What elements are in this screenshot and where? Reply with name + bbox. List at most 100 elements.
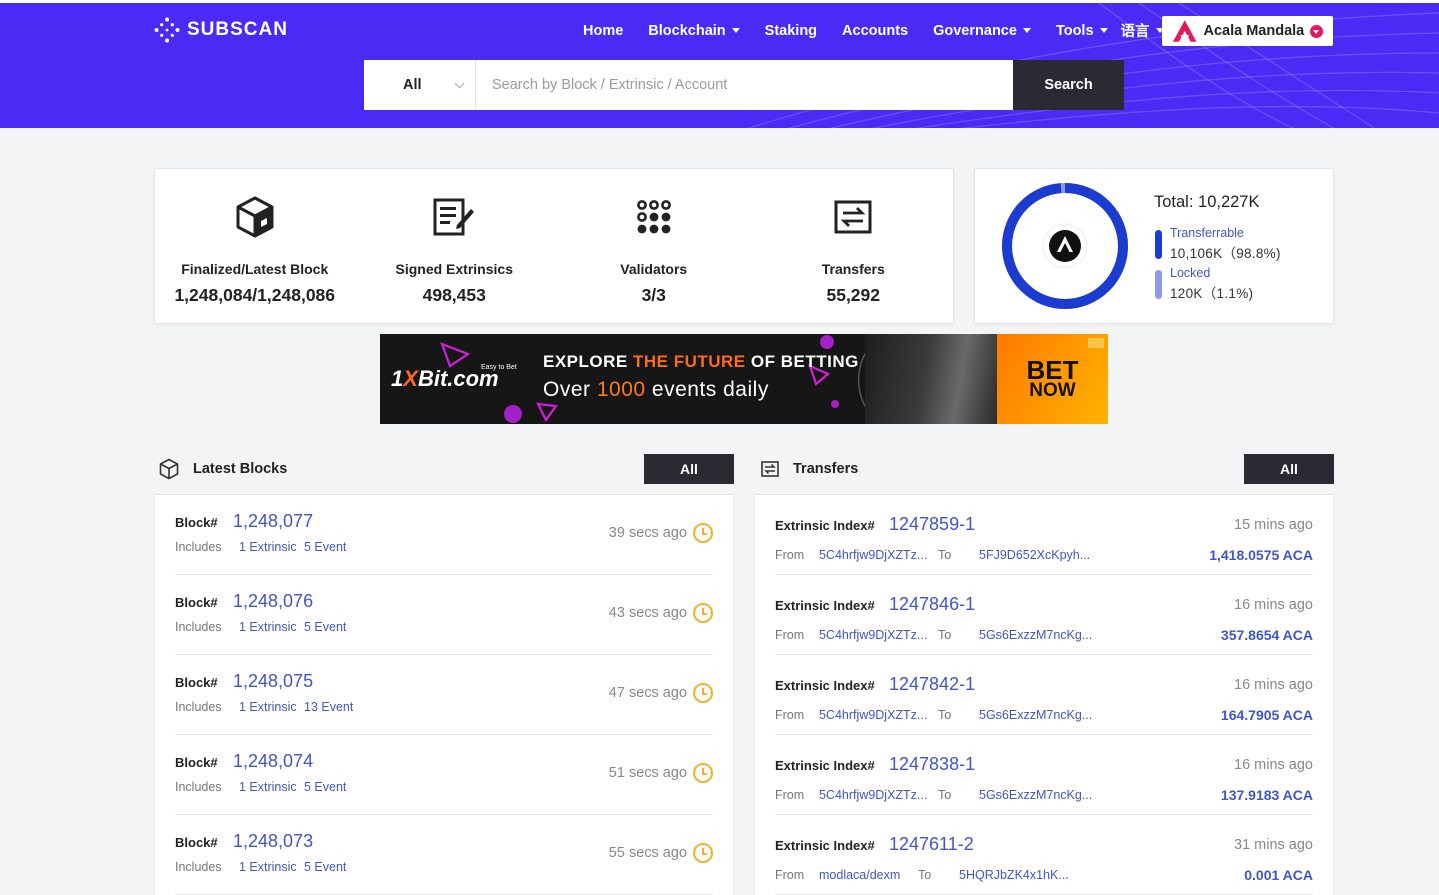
extrinsic-index-label: Extrinsic Index# bbox=[775, 678, 875, 693]
extrinsic-index-label: Extrinsic Index# bbox=[775, 758, 875, 773]
search-button[interactable]: Search bbox=[1013, 60, 1124, 110]
transfer-time: 16 mins ago bbox=[1234, 757, 1313, 773]
clock-icon bbox=[693, 523, 713, 543]
from-address-link[interactable]: 5C4hrfjw9DjXZTz... bbox=[819, 628, 927, 642]
extrinsic-count-link[interactable]: 1 Extrinsic bbox=[239, 700, 297, 714]
stat-label: Signed Extrinsics bbox=[395, 261, 513, 277]
extrinsic-index-label: Extrinsic Index# bbox=[775, 518, 875, 533]
event-count-link[interactable]: 5 Event bbox=[304, 620, 346, 634]
clock-icon bbox=[693, 843, 713, 863]
to-address-link[interactable]: 5Gs6ExzzM7ncKg... bbox=[979, 788, 1092, 802]
nav-accounts-label: Accounts bbox=[842, 22, 909, 39]
nav-home[interactable]: Home bbox=[583, 23, 623, 39]
chevron-down-icon bbox=[454, 78, 465, 88]
event-count-link[interactable]: 5 Event bbox=[304, 780, 346, 794]
network-selector[interactable]: Acala Mandala bbox=[1162, 16, 1333, 46]
from-label: From bbox=[775, 628, 805, 642]
block-number-link[interactable]: 1,248,076 bbox=[233, 591, 313, 612]
block-row: Block# 1,248,075 Includes 1 Extrinsic 13 Eve… bbox=[175, 655, 713, 735]
extrinsic-index-link[interactable]: 1247842-1 bbox=[889, 674, 975, 695]
extrinsic-index-link[interactable]: 1247838-1 bbox=[889, 754, 975, 775]
from-address-link[interactable]: modlaca/dexm bbox=[819, 868, 900, 882]
extrinsic-count-link[interactable]: 1 Extrinsic bbox=[239, 620, 297, 634]
stat-signed-extrinsics[interactable]: Signed Extrinsics 498,453 bbox=[355, 169, 555, 323]
from-address-link[interactable]: 5C4hrfjw9DjXZTz... bbox=[819, 548, 927, 562]
legend-label: Transferrable bbox=[1170, 226, 1244, 240]
blocks-all-button[interactable]: All bbox=[644, 454, 734, 484]
event-count-link[interactable]: 13 Event bbox=[304, 700, 353, 714]
transfer-arrows-icon bbox=[831, 195, 875, 239]
extrinsic-index-label: Extrinsic Index# bbox=[775, 598, 875, 613]
subscan-logo-icon bbox=[154, 17, 180, 43]
transfer-row: Extrinsic Index# 1247859-1 15 mins ago From… bbox=[775, 495, 1313, 575]
transfers-list: Extrinsic Index# 1247859-1 15 mins ago From… bbox=[754, 494, 1334, 895]
ad-headline-part: EXPLORE bbox=[543, 352, 628, 371]
nav-language-label: 语言 bbox=[1120, 24, 1150, 40]
extrinsic-index-link[interactable]: 1247611-2 bbox=[889, 834, 974, 855]
ad-brand-part: X bbox=[403, 366, 418, 391]
transfer-amount: 0.001 ACA bbox=[1244, 867, 1313, 883]
nav-language[interactable]: 语言 bbox=[1121, 20, 1164, 41]
transfer-time: 16 mins ago bbox=[1234, 677, 1313, 693]
block-number-link[interactable]: 1,248,075 bbox=[233, 671, 313, 692]
stat-latest-block[interactable]: Finalized/Latest Block 1,248,084/1,248,0… bbox=[155, 169, 355, 323]
block-number-link[interactable]: 1,248,073 bbox=[233, 831, 313, 852]
nav-governance[interactable]: Governance bbox=[933, 23, 1031, 39]
stat-value: 55,292 bbox=[826, 285, 881, 305]
stat-validators[interactable]: Validators 3/3 bbox=[554, 169, 754, 323]
from-address-link[interactable]: 5C4hrfjw9DjXZTz... bbox=[819, 788, 927, 802]
to-address-link[interactable]: 5Gs6ExzzM7ncKg... bbox=[979, 708, 1092, 722]
stat-transfers[interactable]: Transfers 55,292 bbox=[754, 169, 954, 323]
legend-locked: Locked 120K（1.1%) bbox=[1155, 266, 1253, 302]
nav-blockchain[interactable]: Blockchain bbox=[648, 23, 740, 39]
cube-outline-icon bbox=[159, 458, 179, 480]
search-input[interactable] bbox=[476, 60, 1013, 110]
extrinsic-count-link[interactable]: 1 Extrinsic bbox=[239, 860, 297, 874]
ad-brand-part: 1 bbox=[391, 366, 404, 391]
event-count-link[interactable]: 5 Event bbox=[304, 860, 346, 874]
validators-dots-icon bbox=[632, 195, 676, 239]
to-address-link[interactable]: 5HQRJbZK4x1hK... bbox=[959, 868, 1069, 882]
stat-label: Transfers bbox=[821, 261, 885, 277]
transfers-title: Transfers bbox=[793, 461, 859, 477]
to-address-link[interactable]: 5Gs6ExzzM7ncKg... bbox=[979, 628, 1092, 642]
acala-logo-icon bbox=[1172, 20, 1197, 42]
search-type-select[interactable]: All bbox=[364, 60, 476, 110]
subscan-logo[interactable]: SUBSCAN bbox=[154, 17, 288, 43]
extrinsic-index-label: Extrinsic Index# bbox=[775, 838, 875, 853]
from-address-link[interactable]: 5C4hrfjw9DjXZTz... bbox=[819, 708, 927, 722]
event-count-link[interactable]: 5 Event bbox=[304, 540, 346, 554]
transfer-row: Extrinsic Index# 1247838-1 16 mins ago From… bbox=[775, 735, 1313, 815]
to-label: To bbox=[938, 628, 952, 642]
block-time: 47 secs ago bbox=[608, 685, 687, 701]
supply-total: Total: 10,227K bbox=[1154, 193, 1260, 211]
transfer-row: Extrinsic Index# 1247611-2 31 mins ago From… bbox=[775, 815, 1313, 895]
block-label: Block# bbox=[175, 835, 218, 850]
ad-choices-icon[interactable] bbox=[1088, 338, 1104, 348]
includes-label: Includes bbox=[175, 860, 222, 874]
transfers-all-button[interactable]: All bbox=[1244, 454, 1334, 484]
stat-label: Validators bbox=[620, 261, 688, 277]
clock-icon bbox=[693, 603, 713, 623]
nav-accounts[interactable]: Accounts bbox=[842, 23, 908, 39]
latest-blocks-header: Latest Blocks bbox=[159, 454, 287, 484]
block-time: 39 secs ago bbox=[608, 525, 687, 541]
legend-swatch bbox=[1155, 230, 1162, 259]
from-label: From bbox=[775, 548, 805, 562]
ad-banner[interactable]: 1XBit.com Easy to Bet EXPLORE THE FUTURE… bbox=[380, 334, 1108, 424]
stat-label: Finalized/Latest Block bbox=[181, 261, 329, 277]
block-number-link[interactable]: 1,248,074 bbox=[233, 751, 313, 772]
legend-label: Locked bbox=[1170, 266, 1211, 280]
extrinsic-count-link[interactable]: 1 Extrinsic bbox=[239, 780, 297, 794]
stat-value: 1,248,084/1,248,086 bbox=[174, 285, 336, 305]
to-address-link[interactable]: 5FJ9D652XcKpyh... bbox=[979, 548, 1090, 562]
includes-label: Includes bbox=[175, 620, 222, 634]
extrinsic-count-link[interactable]: 1 Extrinsic bbox=[239, 540, 297, 554]
nav-staking[interactable]: Staking bbox=[765, 23, 817, 39]
extrinsic-index-link[interactable]: 1247846-1 bbox=[889, 594, 975, 615]
extrinsic-index-link[interactable]: 1247859-1 bbox=[889, 514, 975, 535]
main-nav: Home Blockchain Staking Accounts Governa… bbox=[583, 20, 1189, 41]
transfer-amount: 1,418.0575 ACA bbox=[1209, 547, 1313, 563]
nav-tools[interactable]: Tools bbox=[1056, 23, 1108, 39]
block-number-link[interactable]: 1,248,077 bbox=[233, 511, 313, 532]
